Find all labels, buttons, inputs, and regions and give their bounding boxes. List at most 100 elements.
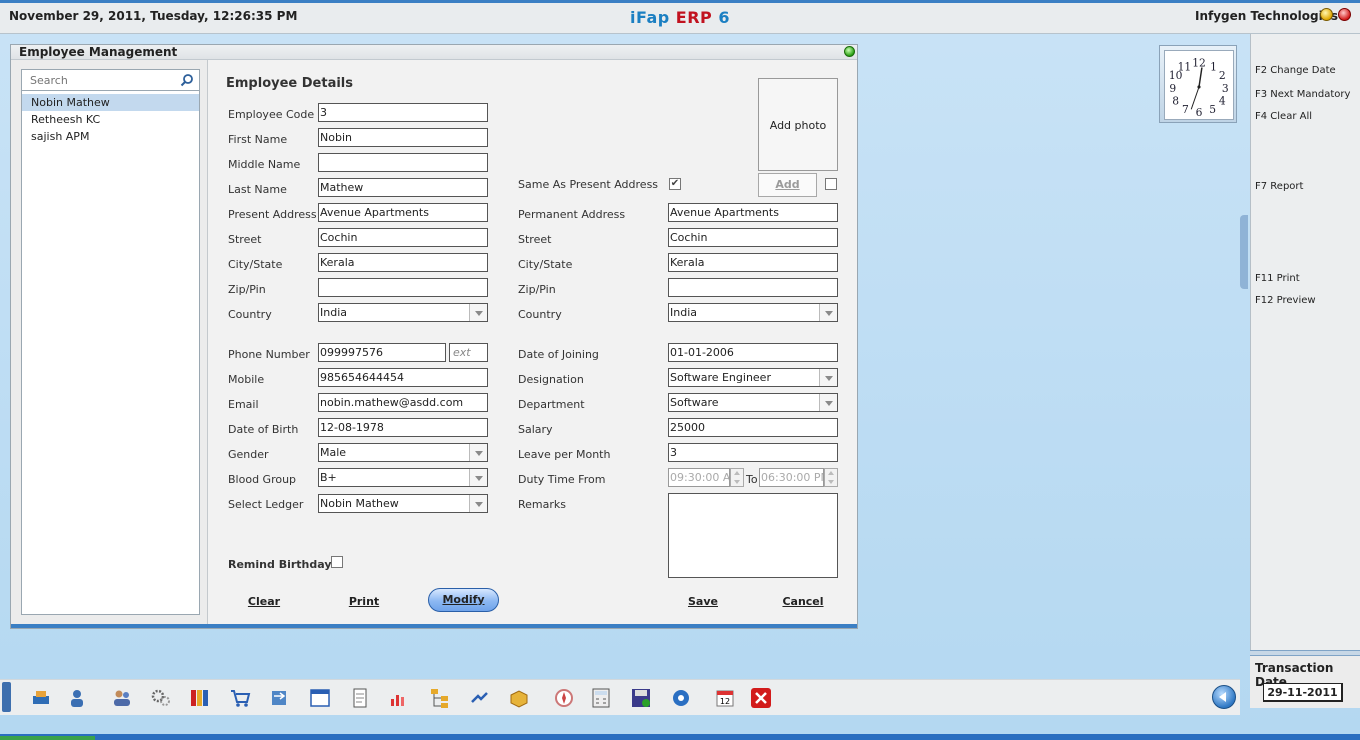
clear-button[interactable]: Clear: [243, 595, 285, 608]
list-item[interactable]: Nobin Mathew: [22, 94, 199, 111]
designation-select[interactable]: Software Engineer: [668, 368, 838, 387]
clock-number: 1: [1210, 60, 1217, 73]
label-street-permanent: Street: [518, 233, 552, 246]
chevron-down-icon[interactable]: [469, 304, 487, 321]
salary-field[interactable]: 25000: [668, 418, 838, 437]
email-field[interactable]: nobin.mathew@asdd.com: [318, 393, 488, 412]
print-button[interactable]: Print: [343, 595, 385, 608]
calendar-icon[interactable]: 12: [714, 687, 736, 709]
shortcut-report[interactable]: F7 Report: [1255, 181, 1303, 192]
present-address-field[interactable]: Avenue Apartments: [318, 203, 488, 222]
label-country-permanent: Country: [518, 308, 562, 321]
transaction-date-field[interactable]: 29-11-2011: [1263, 683, 1343, 702]
package-icon[interactable]: [508, 687, 530, 709]
phone-ext-field[interactable]: ext: [449, 343, 488, 362]
permanent-city-state-field[interactable]: Kerala: [668, 253, 838, 272]
chevron-down-icon[interactable]: [819, 394, 837, 411]
first-name-field[interactable]: Nobin: [318, 128, 488, 147]
shortcut-change-date[interactable]: F2 Change Date: [1255, 65, 1336, 76]
shortcut-clear-all[interactable]: F4 Clear All: [1255, 111, 1312, 122]
date-of-joining-field[interactable]: 01-01-2006: [668, 343, 838, 362]
arrows-icon[interactable]: [469, 687, 491, 709]
department-select[interactable]: Software: [668, 393, 838, 412]
search-icon[interactable]: [180, 73, 194, 87]
shortcut-next-mandatory[interactable]: F3 Next Mandatory: [1255, 89, 1350, 100]
cart-icon[interactable]: [229, 687, 251, 709]
gender-select[interactable]: Male: [318, 443, 488, 462]
label-email: Email: [228, 398, 259, 411]
phone-number-field[interactable]: 099997576: [318, 343, 446, 362]
date-of-birth-field[interactable]: 12-08-1978: [318, 418, 488, 437]
inventory-icon[interactable]: [30, 687, 52, 709]
duty-from-spinner[interactable]: [730, 468, 744, 487]
user-phone-icon[interactable]: [66, 687, 88, 709]
chevron-down-icon[interactable]: [469, 495, 487, 512]
same-as-present-checkbox[interactable]: ✔: [669, 178, 681, 190]
chevron-down-icon[interactable]: [469, 444, 487, 461]
duty-time-to-field[interactable]: 06:30:00 PM: [759, 468, 824, 487]
users-icon[interactable]: [111, 687, 133, 709]
window-icon[interactable]: [309, 687, 331, 709]
close-app-icon[interactable]: [750, 687, 772, 709]
permanent-street-field[interactable]: Cochin: [668, 228, 838, 247]
label-present-address: Present Address: [228, 208, 317, 221]
document-icon[interactable]: [349, 687, 371, 709]
search-input[interactable]: [22, 70, 177, 90]
modify-button[interactable]: Modify: [428, 588, 499, 612]
compass-icon[interactable]: [553, 687, 575, 709]
panel-toggle-handle[interactable]: [1240, 215, 1248, 289]
shortcut-panel: F2 Change Date F3 Next Mandatory F4 Clea…: [1250, 34, 1360, 650]
chevron-down-icon[interactable]: [469, 469, 487, 486]
label-zip-pin: Zip/Pin: [228, 283, 266, 296]
save-disk-icon[interactable]: [630, 687, 652, 709]
close-button[interactable]: [1338, 8, 1351, 21]
photo-checkbox[interactable]: [825, 178, 837, 190]
settings-icon[interactable]: [670, 687, 692, 709]
list-item[interactable]: Retheesh KC: [22, 111, 199, 128]
clock-number: 4: [1219, 94, 1226, 107]
calculator-icon[interactable]: [590, 687, 612, 709]
mobile-field[interactable]: 985654644454: [318, 368, 488, 387]
label-city-state: City/State: [228, 258, 283, 271]
duty-time-from-field[interactable]: 09:30:00 AM: [668, 468, 730, 487]
window-title-bar: Employee Management: [11, 45, 857, 60]
permanent-country-select[interactable]: India: [668, 303, 838, 322]
duty-to-spinner[interactable]: [824, 468, 838, 487]
books-icon[interactable]: [189, 687, 211, 709]
shortcut-print[interactable]: F11 Print: [1255, 273, 1300, 284]
photo-placeholder[interactable]: Add photo: [758, 78, 838, 171]
permanent-zip-pin-field[interactable]: [668, 278, 838, 297]
list-item[interactable]: sajish APM: [22, 128, 199, 145]
cancel-button[interactable]: Cancel: [779, 595, 827, 608]
last-name-field[interactable]: Mathew: [318, 178, 488, 197]
hierarchy-icon[interactable]: [429, 687, 451, 709]
label-date-of-joining: Date of Joining: [518, 348, 599, 361]
employee-code-field[interactable]: 3: [318, 103, 488, 122]
permanent-address-field[interactable]: Avenue Apartments: [668, 203, 838, 222]
back-arrow-icon[interactable]: [1212, 685, 1236, 709]
chevron-down-icon[interactable]: [819, 369, 837, 386]
add-photo-button[interactable]: Add: [758, 173, 817, 197]
country-select[interactable]: India: [318, 303, 488, 322]
save-button[interactable]: Save: [682, 595, 724, 608]
blood-group-select[interactable]: B+: [318, 468, 488, 487]
remind-birthday-checkbox[interactable]: [331, 556, 343, 568]
transfer-icon[interactable]: [268, 687, 290, 709]
ledger-select-value: Nobin Mathew: [320, 497, 399, 510]
ledger-select[interactable]: Nobin Mathew: [318, 494, 488, 513]
middle-name-field[interactable]: [318, 153, 488, 172]
gears-icon[interactable]: [150, 687, 172, 709]
chart-icon[interactable]: [388, 687, 410, 709]
minimize-button[interactable]: [1320, 8, 1333, 21]
taskbar-scroll-left[interactable]: [2, 682, 11, 712]
status-light-icon[interactable]: [844, 46, 855, 57]
label-department: Department: [518, 398, 585, 411]
chevron-down-icon[interactable]: [819, 304, 837, 321]
leave-per-month-field[interactable]: 3: [668, 443, 838, 462]
zip-pin-field[interactable]: [318, 278, 488, 297]
street-field[interactable]: Cochin: [318, 228, 488, 247]
shortcut-preview[interactable]: F12 Preview: [1255, 295, 1316, 306]
city-state-field[interactable]: Kerala: [318, 253, 488, 272]
remarks-textarea[interactable]: [668, 493, 838, 578]
transaction-date-box: Transaction Date 29-11-2011: [1250, 656, 1360, 708]
